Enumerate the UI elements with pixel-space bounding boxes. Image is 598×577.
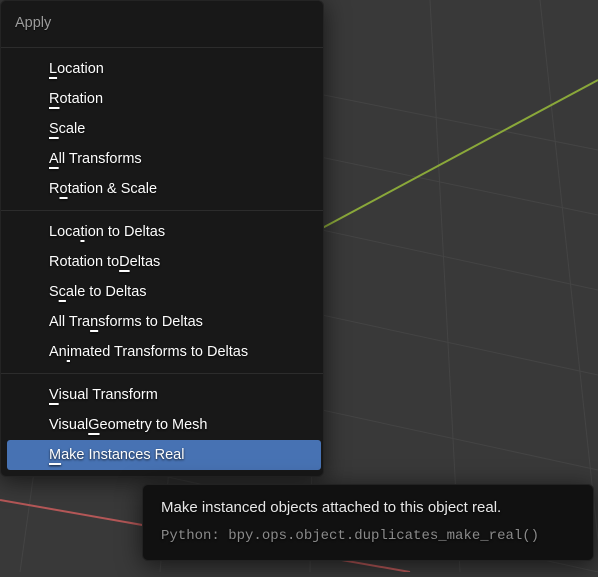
menu-section-deltas: Location to Deltas Rotation to Deltas Sc… [1,211,323,374]
menu-item-animated-transforms-deltas[interactable]: Animated Transforms to Deltas [1,337,323,367]
menu-title: Apply [1,1,323,48]
tooltip: Make instanced objects attached to this … [142,484,594,561]
axis-y [300,80,598,240]
menu-item-location-deltas[interactable]: Location to Deltas [1,217,323,247]
tooltip-python: Python: bpy.ops.object.duplicates_make_r… [161,528,575,544]
menu-item-rotation-scale[interactable]: Rotation & Scale [1,174,323,204]
apply-menu: Apply Location Rotation Scale All Transf… [0,0,324,477]
tooltip-description: Make instanced objects attached to this … [161,499,575,516]
menu-item-scale-deltas[interactable]: Scale to Deltas [1,277,323,307]
menu-item-visual-geometry[interactable]: Visual Geometry to Mesh [1,410,323,440]
menu-item-all-transforms[interactable]: All Transforms [1,144,323,174]
menu-section-visual: Visual Transform Visual Geometry to Mesh… [1,374,323,476]
menu-section-transforms: Location Rotation Scale All Transforms R… [1,48,323,211]
tooltip-python-call: bpy.ops.object.duplicates_make_real() [228,528,539,544]
menu-item-all-transforms-deltas[interactable]: All Transforms to Deltas [1,307,323,337]
menu-item-visual-transform[interactable]: Visual Transform [1,380,323,410]
menu-item-rotation-deltas[interactable]: Rotation to Deltas [1,247,323,277]
menu-item-location[interactable]: Location [1,54,323,84]
menu-item-scale[interactable]: Scale [1,114,323,144]
menu-item-make-instances-real[interactable]: Make Instances Real [7,440,321,470]
tooltip-python-prefix: Python: [161,528,228,544]
menu-item-rotation[interactable]: Rotation [1,84,323,114]
